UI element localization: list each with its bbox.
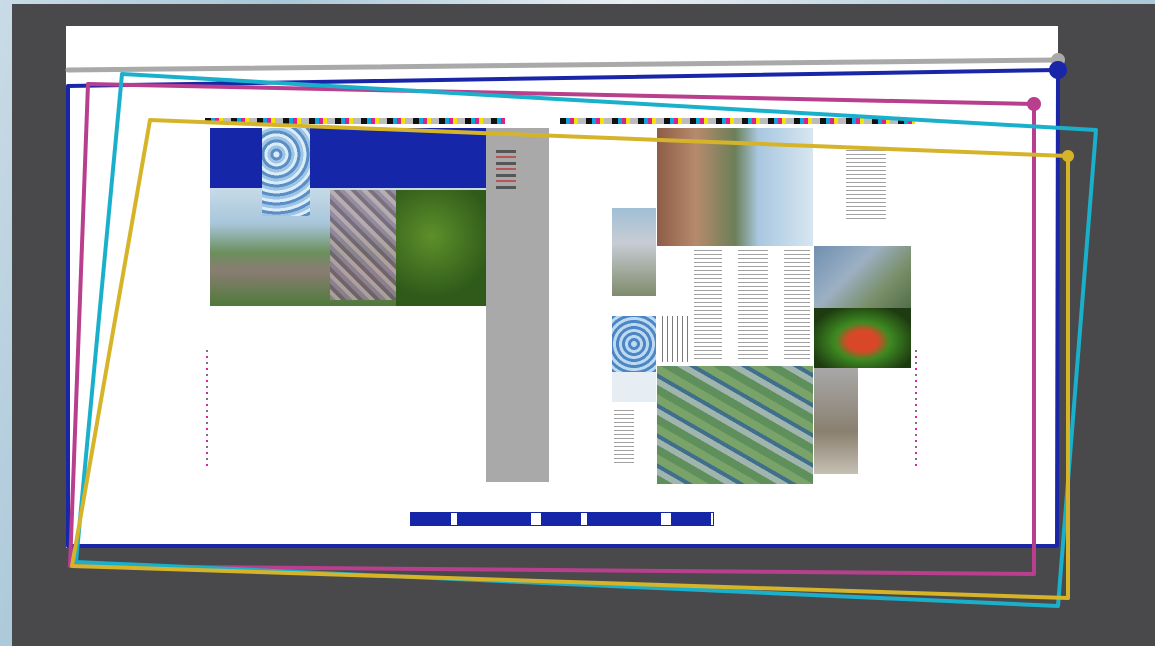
- overlay-gold-outline: [70, 118, 1070, 600]
- overlay-layer: [65, 53, 1098, 608]
- overlay-navy-handle[interactable]: [1049, 61, 1067, 79]
- overlay-magenta-handle[interactable]: [1027, 97, 1041, 111]
- overlay-cyan-outline: [74, 72, 1098, 608]
- overlay-magenta-outline: [68, 82, 1036, 576]
- overlay-gold-handle[interactable]: [1062, 150, 1074, 162]
- overlay-navy-outline: [66, 68, 1060, 548]
- overlay-gray-line: [65, 57, 1061, 73]
